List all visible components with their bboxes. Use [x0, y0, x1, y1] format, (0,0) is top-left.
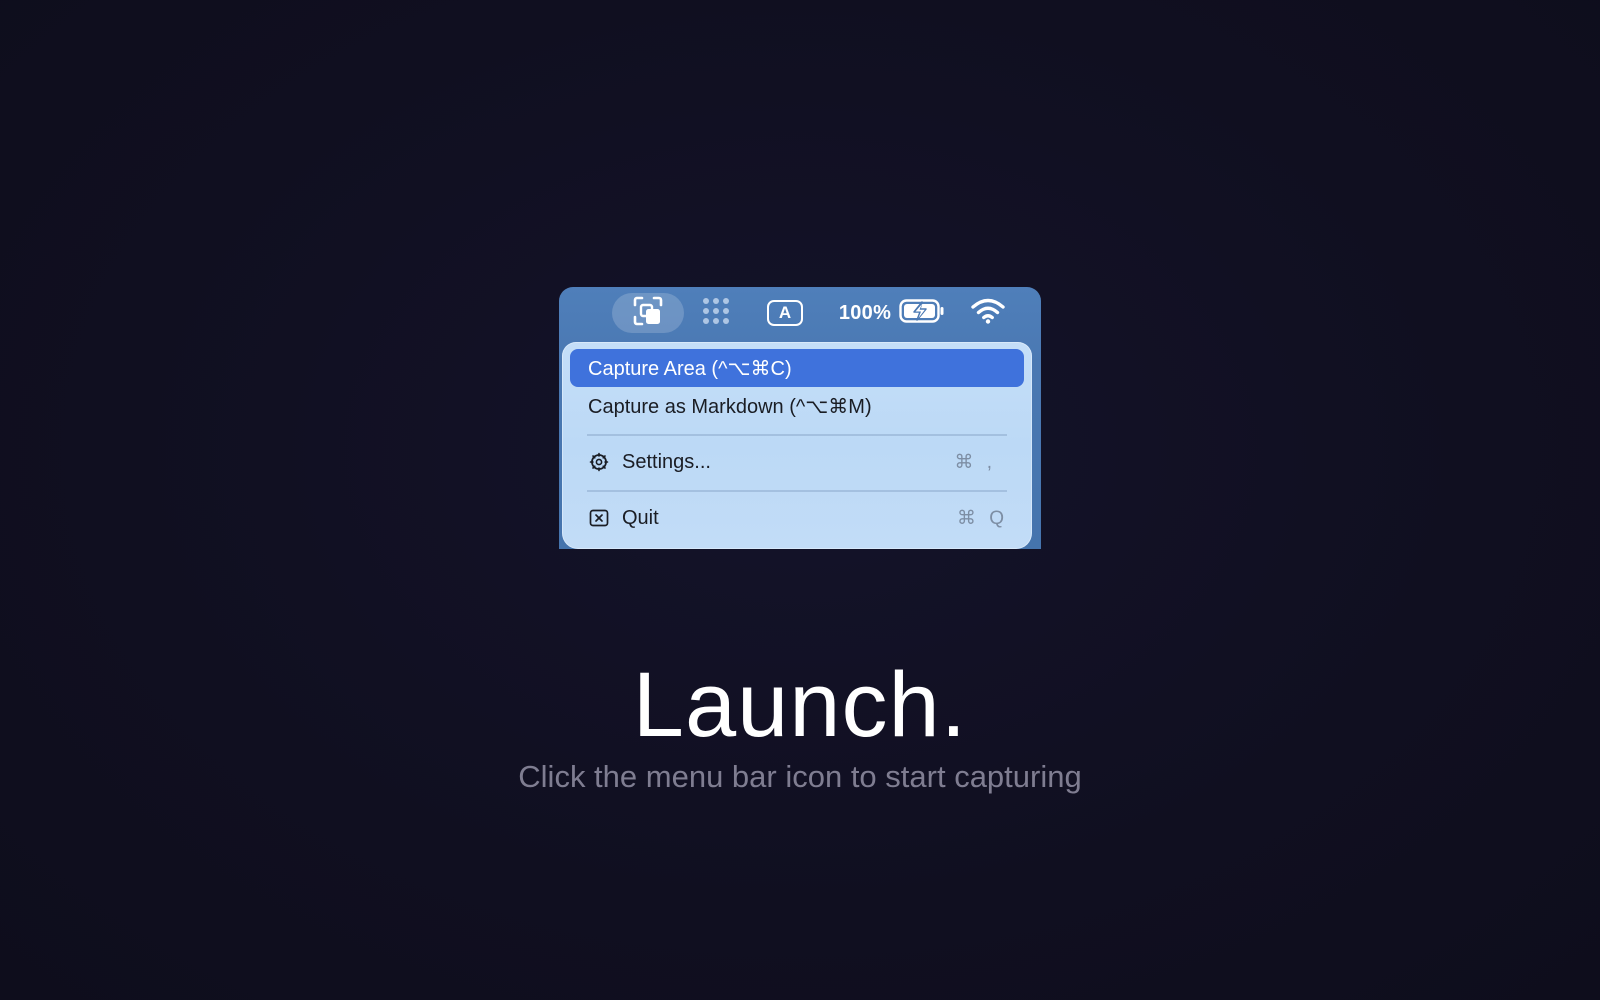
input-source-button[interactable]: A [764, 293, 806, 333]
battery-charging-icon [899, 298, 945, 328]
menu-shortcut: ⌘ Q [956, 507, 1008, 529]
gear-icon [588, 451, 610, 473]
wifi-button[interactable] [969, 293, 1007, 333]
menu-shortcut: ⌘ , [954, 451, 996, 473]
hero-subtitle: Click the menu bar icon to start capturi… [518, 759, 1082, 794]
stage: A 100% Capture Area (^⌥⌘C) Capture as Ma… [0, 0, 1600, 1000]
dropdown-menu: Capture Area (^⌥⌘C) Capture as Markdown … [562, 342, 1032, 549]
menu-item-quit[interactable]: Quit ⌘ Q [570, 499, 1024, 537]
hero-title: Launch. [632, 654, 968, 756]
app-grid-button[interactable] [697, 293, 735, 333]
capture-area-icon [632, 295, 664, 332]
menu-separator [587, 490, 1007, 492]
dot-grid-icon [701, 296, 731, 331]
menu-separator [587, 434, 1007, 436]
menu-item-label: Capture as Markdown (^⌥⌘M) [588, 395, 872, 418]
menu-item-label: Quit [622, 506, 659, 529]
close-box-icon [588, 507, 610, 529]
menu-item-settings[interactable]: Settings... ⌘ , [570, 443, 1024, 481]
menu-item-capture-area[interactable]: Capture Area (^⌥⌘C) [570, 349, 1024, 387]
battery-percentage: 100% [838, 301, 892, 324]
menu-item-label: Settings... [622, 450, 711, 473]
wifi-icon [971, 298, 1005, 329]
battery-status-button[interactable] [897, 293, 947, 333]
menu-item-label: Capture Area (^⌥⌘C) [588, 357, 792, 380]
menu-bar: A 100% [559, 287, 1041, 339]
input-source-icon: A [767, 300, 803, 326]
menu-item-capture-markdown[interactable]: Capture as Markdown (^⌥⌘M) [570, 387, 1024, 425]
menu-bar-screenshot: A 100% Capture Area (^⌥⌘C) Capture as Ma… [559, 287, 1041, 549]
capture-menu-bar-button[interactable] [612, 293, 684, 333]
